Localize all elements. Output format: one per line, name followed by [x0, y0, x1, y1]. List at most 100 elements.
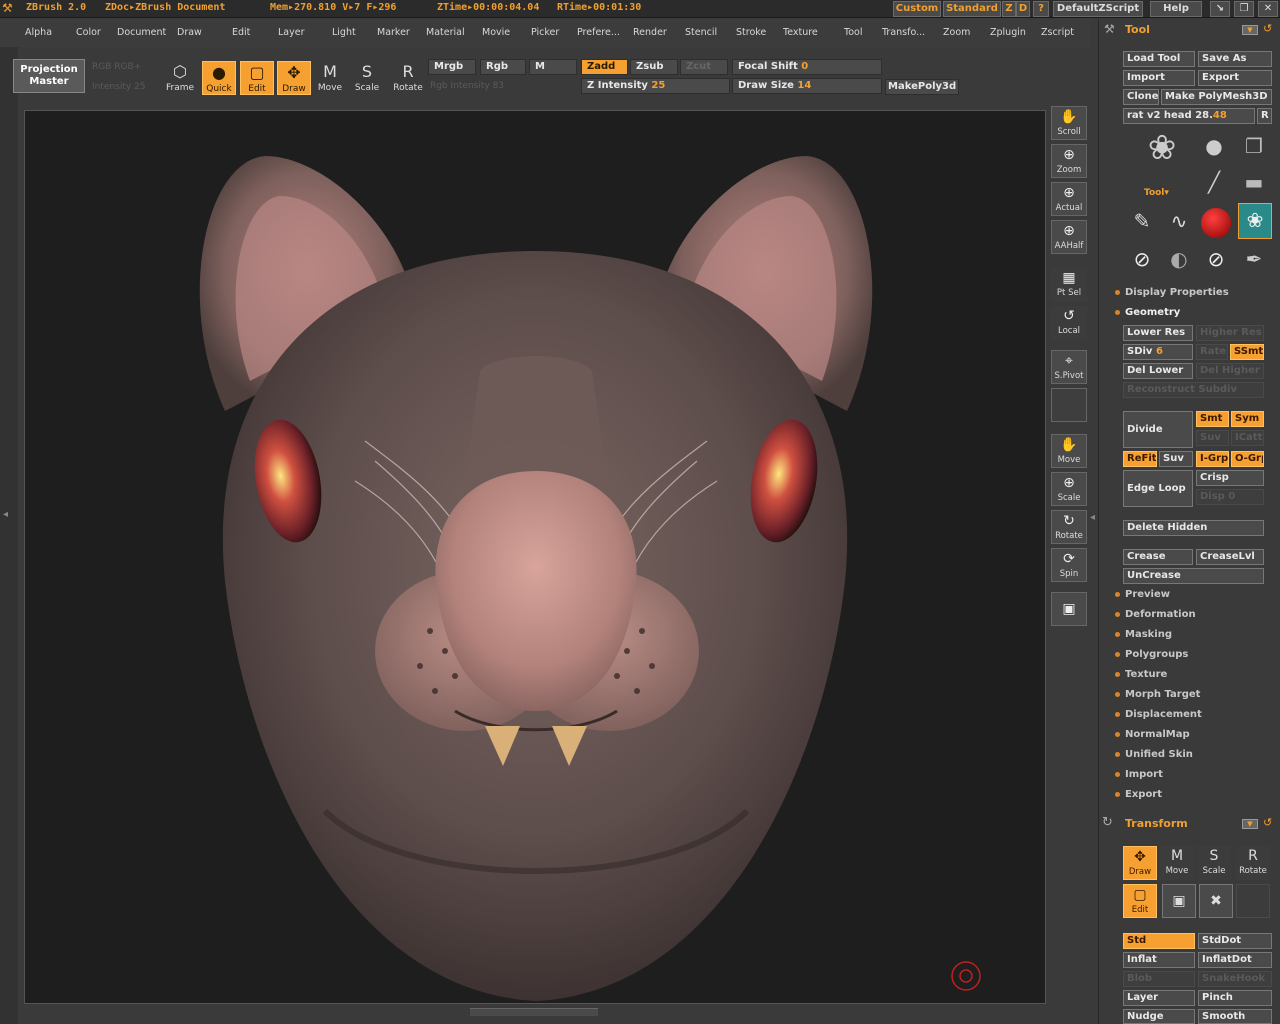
load-tool-button[interactable]: Load Tool [1123, 51, 1195, 67]
snakehook-brush-button[interactable]: SnakeHook [1198, 971, 1272, 987]
restore-icon[interactable]: ❐ [1234, 1, 1254, 17]
icatt-ghost-button[interactable]: ICatt [1231, 430, 1264, 446]
menu-edit[interactable]: Edit [232, 27, 250, 38]
tool-name-field[interactable]: rat v2 head 28.48 [1123, 108, 1255, 124]
pinch-brush-button[interactable]: Pinch [1198, 990, 1272, 1006]
divide-button[interactable]: Divide [1123, 411, 1193, 448]
rat-head-model[interactable] [25, 111, 1046, 1004]
suv-button[interactable]: Suv [1159, 451, 1193, 467]
cylinder-icon[interactable]: ▬ [1238, 166, 1270, 198]
ssmt-button[interactable]: SSmt [1230, 344, 1264, 360]
menu-zplugin[interactable]: Zplugin [990, 27, 1026, 38]
inflatdot-brush-button[interactable]: InflatDot [1198, 952, 1272, 968]
spheres-icon[interactable]: ● [1198, 130, 1230, 162]
blob-brush-button[interactable]: Blob [1123, 971, 1195, 987]
make-polymesh-button[interactable]: Make PolyMesh3D [1161, 89, 1272, 105]
close-icon[interactable]: ✕ [1258, 1, 1278, 17]
stencil-off-icon[interactable]: ⊘ [1200, 243, 1232, 275]
menu-color[interactable]: Color [76, 27, 101, 38]
normalmap-section[interactable]: NormalMap [1115, 729, 1190, 740]
menu-movie[interactable]: Movie [482, 27, 510, 38]
unified-skin-section[interactable]: Unified Skin [1115, 749, 1193, 760]
menu-light[interactable]: Light [332, 27, 356, 38]
snapshot-button[interactable]: ▣ [1162, 884, 1196, 918]
standard-ui-button[interactable]: Standard [943, 1, 1001, 17]
export-section[interactable]: Export [1115, 789, 1162, 800]
smooth-brush-button[interactable]: Smooth [1198, 1009, 1272, 1024]
o-grp-button[interactable]: O-Grp [1231, 451, 1264, 467]
zcut-button[interactable]: Zcut [680, 59, 728, 75]
edge-loop-button[interactable]: Edge Loop [1123, 470, 1193, 507]
z-intensity-slider[interactable]: Z Intensity 25 [581, 78, 730, 94]
sdiv-slider[interactable]: SDiv 6 [1123, 344, 1193, 360]
local-button[interactable]: ↺ Local [1051, 306, 1087, 340]
actual-button[interactable]: ⊕ Actual [1051, 182, 1087, 216]
r-button[interactable]: R [1257, 108, 1272, 124]
left-tray-arrow-icon[interactable]: ◂ [3, 509, 8, 520]
projection-master-button[interactable]: Projection Master [13, 59, 85, 93]
draw-button[interactable]: ✥ Draw [277, 61, 311, 95]
menu-layer[interactable]: Layer [278, 27, 305, 38]
crease-button[interactable]: Crease [1123, 549, 1193, 565]
help-button[interactable]: Help [1150, 1, 1202, 17]
scroll-button[interactable]: ✋ Scroll [1051, 106, 1087, 140]
refresh-icon[interactable]: ↺ [1263, 22, 1272, 35]
rate-button[interactable]: Rate [1196, 344, 1228, 360]
stddot-brush-button[interactable]: StdDot [1198, 933, 1272, 949]
nudge-brush-button[interactable]: Nudge [1123, 1009, 1195, 1024]
pen-icon[interactable]: ✎ [1126, 205, 1158, 237]
masking-section[interactable]: Masking [1115, 629, 1172, 640]
preview-section[interactable]: Preview [1115, 589, 1170, 600]
focal-shift-slider[interactable]: Focal Shift 0 [732, 59, 882, 75]
marker-button[interactable]: ✖ [1199, 884, 1233, 918]
bottom-scroll-handle[interactable] [470, 1008, 598, 1016]
refresh-icon[interactable]: ↺ [1263, 816, 1272, 829]
right-tray-arrow-icon[interactable]: ◂ [1090, 512, 1095, 523]
rotate-button[interactable]: R Rotate [391, 61, 425, 95]
menu-picker[interactable]: Picker [531, 27, 559, 38]
layer-brush-button[interactable]: Layer [1123, 990, 1195, 1006]
material-sphere-icon[interactable] [1200, 205, 1232, 238]
delete-hidden-button[interactable]: Delete Hidden [1123, 520, 1264, 536]
draw-size-slider[interactable]: Draw Size 14 [732, 78, 882, 94]
transform-draw-button[interactable]: ✥ Draw [1123, 846, 1157, 880]
d-button[interactable]: D [1016, 1, 1030, 17]
z-button[interactable]: Z [1002, 1, 1016, 17]
tool-dropdown-label[interactable]: Tool▾ [1144, 188, 1169, 198]
deformation-section[interactable]: Deformation [1115, 609, 1196, 620]
pt-sel-button[interactable]: ▦ Pt Sel [1051, 268, 1087, 302]
export-button[interactable]: Export [1198, 70, 1272, 86]
geometry-section[interactable]: Geometry [1115, 307, 1180, 318]
menu-tool[interactable]: Tool [844, 27, 862, 38]
disp-slider[interactable]: Disp 0 [1196, 489, 1264, 505]
stroke-icon[interactable]: ∿ [1163, 205, 1195, 237]
menu-zscript[interactable]: Zscript [1041, 27, 1074, 38]
menu-stroke[interactable]: Stroke [736, 27, 766, 38]
texture-swatch-icon[interactable]: ❀ [1238, 203, 1272, 239]
custom-ui-button[interactable]: Custom [893, 1, 941, 17]
inflat-brush-button[interactable]: Inflat [1123, 952, 1195, 968]
spin-button[interactable]: ⟳ Spin [1051, 548, 1087, 582]
dropper-icon[interactable]: ✒ [1238, 243, 1270, 275]
crease-level-slider[interactable]: CreaseLvl [1196, 549, 1264, 565]
alpha-off-icon[interactable]: ⊘ [1126, 243, 1158, 275]
view-scale-button[interactable]: ⊕ Scale [1051, 472, 1087, 506]
texture-off-icon[interactable]: ◐ [1163, 243, 1195, 275]
texture-section[interactable]: Texture [1115, 669, 1167, 680]
display-properties-section[interactable]: Display Properties [1115, 287, 1229, 298]
quick-button[interactable]: ● Quick [202, 61, 236, 95]
suv-ghost-button[interactable]: Suv [1196, 430, 1229, 446]
displacement-section[interactable]: Displacement [1115, 709, 1202, 720]
menu-document[interactable]: Document [117, 27, 166, 38]
polygroups-section[interactable]: Polygroups [1115, 649, 1188, 660]
zadd-button[interactable]: Zadd [581, 59, 628, 75]
zoom-button[interactable]: ⊕ Zoom [1051, 144, 1087, 178]
clone-button[interactable]: Clone [1123, 89, 1159, 105]
scale-button[interactable]: S Scale [350, 61, 384, 95]
make-poly3d-button[interactable]: MakePoly3d [885, 79, 959, 95]
default-zscript-button[interactable]: DefaultZScript [1053, 1, 1143, 17]
transform-rotate-button[interactable]: R Rotate [1236, 846, 1270, 880]
lower-res-button[interactable]: Lower Res [1123, 325, 1193, 341]
uncrease-button[interactable]: UnCrease [1123, 568, 1264, 584]
edit-button[interactable]: ▢ Edit [240, 61, 274, 95]
